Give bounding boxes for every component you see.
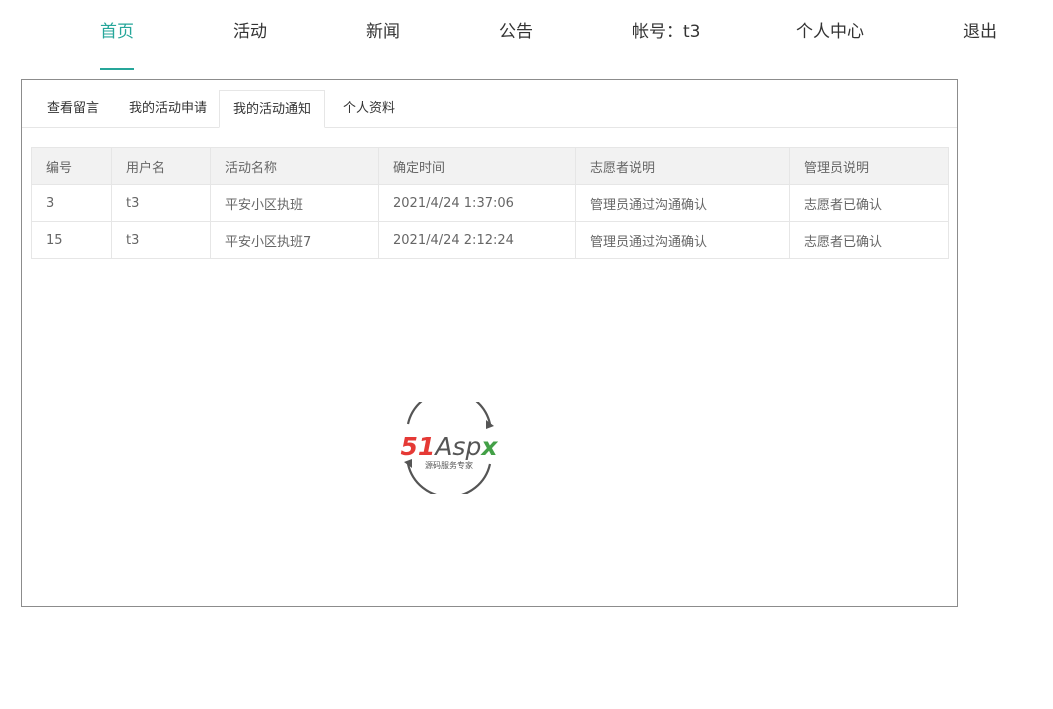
cell-volunteer-note: 管理员通过沟通确认 xyxy=(575,184,790,222)
tab-my-activity-applications-label: 我的活动申请 xyxy=(128,101,207,116)
nav-logout[interactable]: 退出 xyxy=(963,0,997,70)
cell-id: 3 xyxy=(31,184,112,222)
cell-confirm-time: 2021/4/24 1:37:06 xyxy=(378,184,576,222)
nav-logout-label: 退出 xyxy=(963,22,997,42)
header-username: 用户名 xyxy=(111,147,211,185)
cell-volunteer-note: 管理员通过沟通确认 xyxy=(575,221,790,259)
cell-activity-name: 平安小区执班 xyxy=(210,184,379,222)
watermark-logo: 51Aspx 源码服务专家 xyxy=(401,402,499,494)
user-center-panel: 查看留言 我的活动申请 我的活动通知 个人资料 编号 用户名 活动名称 确定时间… xyxy=(21,79,958,607)
tab-view-messages-label: 查看留言 xyxy=(46,101,99,116)
logo-arc-top xyxy=(406,402,492,425)
tab-view-messages[interactable]: 查看留言 xyxy=(29,90,117,127)
cell-username: t3 xyxy=(111,221,211,259)
cell-admin-note: 志愿者已确认 xyxy=(789,221,949,259)
tab-my-activity-notices-label: 我的活动通知 xyxy=(232,102,311,117)
nav-account-label: 帐号：t3 xyxy=(632,22,701,42)
logo-tagline: 源码服务专家 xyxy=(425,460,473,470)
table-row: 3 t3 平安小区执班 2021/4/24 1:37:06 管理员通过沟通确认 … xyxy=(31,184,949,222)
header-activity-name: 活动名称 xyxy=(210,147,379,185)
cell-admin-note: 志愿者已确认 xyxy=(789,184,949,222)
cell-username: t3 xyxy=(111,184,211,222)
nav-announcements[interactable]: 公告 xyxy=(499,0,533,70)
cell-id: 15 xyxy=(31,221,112,259)
header-id: 编号 xyxy=(31,147,112,185)
nav-news[interactable]: 新闻 xyxy=(366,0,400,70)
top-navigation: 首页 活动 新闻 公告 帐号：t3 个人中心 退出 xyxy=(0,0,1053,70)
tab-profile-label: 个人资料 xyxy=(342,101,395,116)
header-admin-note: 管理员说明 xyxy=(789,147,949,185)
table-header-row: 编号 用户名 活动名称 确定时间 志愿者说明 管理员说明 xyxy=(31,147,949,185)
header-volunteer-note: 志愿者说明 xyxy=(575,147,790,185)
activity-notice-table: 编号 用户名 活动名称 确定时间 志愿者说明 管理员说明 3 t3 平安小区执班… xyxy=(31,147,949,259)
tab-my-activity-notices[interactable]: 我的活动通知 xyxy=(219,90,325,128)
tab-bar: 查看留言 我的活动申请 我的活动通知 个人资料 xyxy=(22,80,957,128)
nav-home-label: 首页 xyxy=(100,22,134,42)
nav-account[interactable]: 帐号：t3 xyxy=(632,0,700,70)
nav-activities-label: 活动 xyxy=(233,22,267,42)
nav-personal-center[interactable]: 个人中心 xyxy=(796,0,864,70)
tab-my-activity-applications[interactable]: 我的活动申请 xyxy=(117,90,219,127)
logo-brand-text: 51Aspx xyxy=(401,432,499,461)
header-confirm-time: 确定时间 xyxy=(378,147,576,185)
table-row: 15 t3 平安小区执班7 2021/4/24 2:12:24 管理员通过沟通确… xyxy=(31,221,949,259)
nav-active-underline xyxy=(100,68,134,70)
nav-personal-center-label: 个人中心 xyxy=(796,22,864,42)
tab-profile[interactable]: 个人资料 xyxy=(325,90,413,127)
nav-activities[interactable]: 活动 xyxy=(233,0,267,70)
nav-announcements-label: 公告 xyxy=(499,22,533,42)
cell-activity-name: 平安小区执班7 xyxy=(210,221,379,259)
nav-news-label: 新闻 xyxy=(366,22,400,42)
cell-confirm-time: 2021/4/24 2:12:24 xyxy=(378,221,576,259)
nav-home[interactable]: 首页 xyxy=(100,0,134,70)
